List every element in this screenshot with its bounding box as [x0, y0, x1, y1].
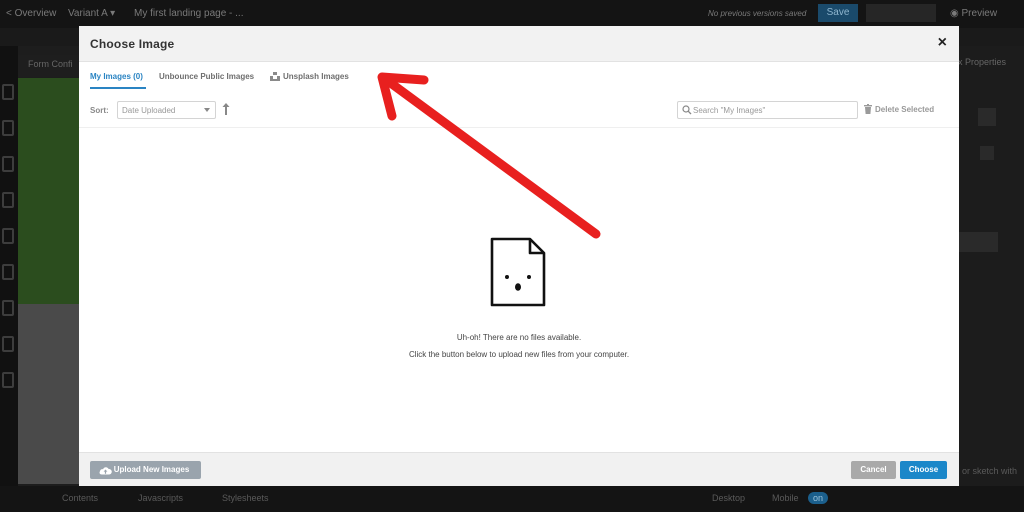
javascripts-tab[interactable]: Javascripts: [138, 493, 183, 503]
tool-icon[interactable]: [2, 264, 14, 280]
tab-unsplash-images[interactable]: Unsplash Images: [270, 72, 349, 81]
mobile-toggle[interactable]: Mobile: [772, 493, 799, 503]
tool-icon[interactable]: [2, 228, 14, 244]
panel-control[interactable]: [978, 108, 996, 126]
mobile-switch[interactable]: on: [808, 492, 829, 504]
desktop-toggle[interactable]: Desktop: [712, 493, 745, 503]
save-button[interactable]: Save: [818, 4, 858, 22]
trash-icon: [864, 104, 872, 114]
tool-icon[interactable]: [2, 336, 14, 352]
properties-title: x Properties: [958, 57, 1007, 67]
overview-link[interactable]: < Overview: [6, 8, 56, 19]
tool-icon[interactable]: [2, 372, 14, 388]
close-icon[interactable]: ×: [938, 34, 947, 52]
sort-label: Sort:: [90, 106, 109, 115]
empty-state-message: Uh-oh! There are no files available.: [456, 333, 582, 342]
panel-button[interactable]: [958, 232, 998, 252]
cloud-upload-icon: [99, 467, 112, 475]
tool-icon[interactable]: [2, 84, 14, 100]
choose-image-dialog: Choose Image × My Images (0) Unbounce Pu…: [79, 26, 959, 486]
sort-select[interactable]: Date Uploaded: [117, 101, 216, 119]
preview-button[interactable]: ◉ Preview: [950, 8, 997, 19]
canvas-section: [18, 78, 80, 304]
image-toolbar: Sort: Date Uploaded Delete Selected: [79, 92, 959, 128]
tab-unbounce-public-images[interactable]: Unbounce Public Images: [159, 72, 254, 81]
left-toolbar: [0, 46, 18, 512]
sort-value: Date Uploaded: [122, 106, 176, 115]
tool-icon[interactable]: [2, 300, 14, 316]
image-source-tabs: My Images (0) Unbounce Public Images Uns…: [79, 62, 959, 90]
unsplash-icon: [270, 72, 280, 81]
upload-button-label: Upload New Images: [113, 465, 190, 474]
canvas-section: [18, 304, 80, 484]
properties-panel: [958, 46, 1024, 512]
tool-icon[interactable]: [2, 192, 14, 208]
upload-new-images-button[interactable]: Upload New Images: [90, 461, 201, 479]
form-confirmation-tab[interactable]: Form Confi: [18, 55, 80, 77]
stylesheets-tab[interactable]: Stylesheets: [222, 493, 269, 503]
page-name: My first landing page - ...: [134, 8, 244, 19]
panel-control[interactable]: [980, 146, 994, 160]
editor-topbar: < Overview Variant A ▾ My first landing …: [0, 0, 1024, 28]
panel-help-text: or sketch with: [962, 466, 1018, 476]
search-field[interactable]: [677, 101, 858, 119]
empty-state-hint: Click the button below to upload new fil…: [408, 350, 630, 359]
variant-select[interactable]: Variant A ▾: [68, 8, 115, 19]
search-icon: [682, 105, 692, 115]
delete-selected-button[interactable]: Delete Selected: [864, 104, 935, 114]
chevron-down-icon: [204, 108, 210, 112]
tool-icon[interactable]: [2, 156, 14, 172]
dialog-header: Choose Image ×: [79, 26, 959, 62]
active-tab-indicator: [90, 87, 146, 89]
redo-button[interactable]: [866, 4, 936, 22]
save-status: No previous versions saved: [708, 9, 807, 18]
choose-button[interactable]: Choose: [900, 461, 947, 479]
dialog-title: Choose Image: [90, 37, 175, 51]
tool-icon[interactable]: [2, 120, 14, 136]
tab-unsplash-label: Unsplash Images: [283, 72, 349, 81]
cancel-button[interactable]: Cancel: [851, 461, 896, 479]
contents-tab[interactable]: Contents: [62, 493, 98, 503]
sort-direction-icon[interactable]: [221, 101, 231, 117]
search-input[interactable]: [693, 102, 855, 118]
delete-selected-label: Delete Selected: [875, 105, 935, 114]
editor-bottombar: Contents Javascripts Stylesheets Desktop…: [0, 486, 1024, 512]
dialog-footer: Upload New Images Cancel Choose: [79, 452, 959, 486]
empty-file-icon: [490, 237, 546, 307]
tab-my-images[interactable]: My Images (0): [90, 72, 143, 81]
